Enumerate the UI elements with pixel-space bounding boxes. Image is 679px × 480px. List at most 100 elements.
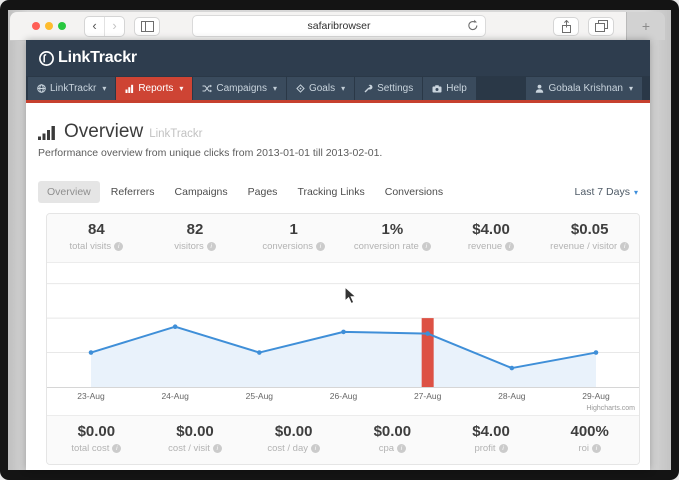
nav-item-help[interactable]: Help [423,77,476,100]
zoom-window-button[interactable] [58,22,66,30]
site-header: LinkTrackr [26,40,650,76]
stat-value: 400% [540,423,639,440]
stat-value: $0.00 [146,423,245,440]
linktrackr-logo[interactable]: LinkTrackr [38,49,137,67]
tab-tracking-links[interactable]: Tracking Links [288,181,373,203]
reload-icon[interactable] [467,19,479,32]
stats-row-bottom: $0.00 total cost $0.00 cost / visit $0.0… [47,415,639,464]
close-window-button[interactable] [32,22,40,30]
x-axis-label: 25-Aug [246,391,274,401]
user-menu[interactable]: Gobala Krishnan [526,77,642,100]
stat-label: cost / day [267,443,308,454]
nav-label: LinkTrackr [50,83,96,94]
stat-conversions: 1 conversions [244,214,343,262]
tabs-icon [595,20,608,32]
stat-conversion-rate: 1% conversion rate [343,214,442,262]
tab-overview[interactable]: Overview [38,181,100,203]
info-icon[interactable] [592,444,601,453]
x-axis-label: 23-Aug [77,391,105,401]
stat-value: $4.00 [442,221,541,238]
desktop-background: ‹ › safaribrowser [8,10,671,470]
stat-revenue: $4.00 revenue [442,214,541,262]
stat-label: total cost [71,443,109,454]
x-axis-label: 24-Aug [161,391,189,401]
share-icon [561,20,572,33]
stat-cost-per-day: $0.00 cost / day [244,416,343,464]
stat-value: 84 [47,221,146,238]
webpage-viewport: LinkTrackr LinkTrackr Reports Campaigns [26,40,650,470]
stat-total-cost: $0.00 total cost [47,416,146,464]
stat-visitors: 82 visitors [146,214,245,262]
info-icon[interactable] [499,444,508,453]
linktrackr-logo-icon [38,50,55,67]
stat-value: 1 [244,221,343,238]
x-axis-label: 27-Aug [414,391,442,401]
date-range-dropdown[interactable]: Last 7 Days [575,186,638,198]
stat-value: $4.00 [442,423,541,440]
toolbar-right-tools [544,17,614,36]
stat-cost-per-visit: $0.00 cost / visit [146,416,245,464]
nav-item-settings[interactable]: Settings [355,77,422,100]
tab-referrers[interactable]: Referrers [102,181,164,203]
accent-divider [26,100,650,103]
highcharts-credit: Highcharts.com [586,405,635,412]
info-icon[interactable] [316,242,325,251]
info-icon[interactable] [620,242,629,251]
clicks-chart[interactable]: 23-Aug 24-Aug 25-Aug 26-Aug 27-Aug 28-Aug 29-A… [47,263,639,415]
stat-label: cpa [379,443,394,454]
info-icon[interactable] [505,242,514,251]
x-axis-label: 29-Aug [582,391,610,401]
user-name: Gobala Krishnan [548,83,623,94]
nav-item-campaigns[interactable]: Campaigns [193,77,286,100]
stat-revenue-per-visitor: $0.05 revenue / visitor [540,214,639,262]
tab-pages[interactable]: Pages [239,181,287,203]
sidebar-icon [141,21,154,32]
x-axis-label: 26-Aug [330,391,358,401]
nav-item-linktrackr[interactable]: LinkTrackr [28,77,115,100]
x-axis-label: 28-Aug [498,391,526,401]
traffic-lights [32,22,66,30]
stat-label: visitors [174,241,204,252]
info-icon[interactable] [114,242,123,251]
stat-value: $0.00 [343,423,442,440]
tab-conversions[interactable]: Conversions [376,181,452,203]
share-button[interactable] [553,17,579,36]
stat-label: revenue / visitor [550,241,617,252]
nav-item-goals[interactable]: Goals [287,77,354,100]
back-button[interactable]: ‹ [85,17,104,36]
minimize-window-button[interactable] [45,22,53,30]
info-icon[interactable] [207,242,216,251]
stat-profit: $4.00 profit [442,416,541,464]
info-icon[interactable] [397,444,406,453]
stat-value: $0.00 [47,423,146,440]
info-icon[interactable] [311,444,320,453]
stat-value: $0.00 [244,423,343,440]
info-icon[interactable] [112,444,121,453]
url-text: safaribrowser [307,20,370,32]
globe-icon [37,84,46,93]
forward-button[interactable]: › [104,17,124,36]
sidebar-toggle-button[interactable] [134,17,160,36]
main-navigation: LinkTrackr Reports Campaigns Goals Setti… [26,76,650,100]
stat-value: 1% [343,221,442,238]
browser-toolbar: ‹ › safaribrowser [10,12,626,41]
page-head: Overview LinkTrackr Performance overview… [38,122,382,159]
new-tab-button[interactable]: + [626,12,665,40]
stat-total-visits: 84 total visits [47,214,146,262]
tab-campaigns[interactable]: Campaigns [166,181,237,203]
nav-label: Campaigns [216,83,267,94]
stat-label: revenue [468,241,502,252]
page-subtitle: Performance overview from unique clicks … [38,147,382,159]
info-icon[interactable] [213,444,222,453]
nav-item-reports[interactable]: Reports [116,77,192,100]
address-bar[interactable]: safaribrowser [192,15,486,37]
tab-overview-button[interactable] [588,17,614,36]
page-title: Overview [64,122,143,141]
wrench-icon [364,84,373,93]
overview-panel: 84 total visits 82 visitors 1 conversion… [46,213,640,465]
stat-label: conversion rate [354,241,419,252]
stat-label: cost / visit [168,443,210,454]
stat-label: profit [474,443,495,454]
shuffle-icon [202,84,212,93]
info-icon[interactable] [422,242,431,251]
